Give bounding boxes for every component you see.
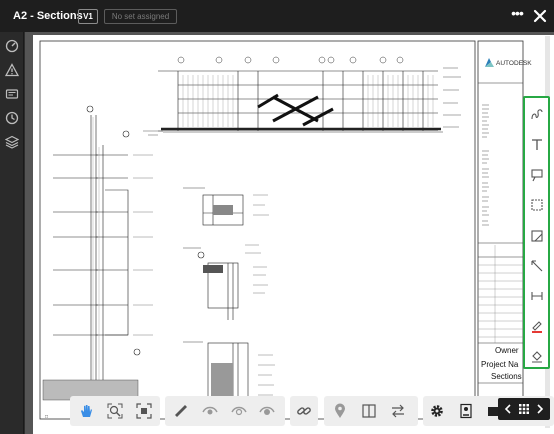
top-bar: A2 - Sections V1 No set assigned ••• (0, 0, 554, 32)
title-block-owner: Owner (495, 346, 519, 355)
zoom-window-icon[interactable] (107, 403, 123, 419)
sheet-grid-icon[interactable] (517, 402, 531, 416)
bottom-toolbar (70, 396, 554, 426)
drawing-sheet: AUTODESK Owner Project Na Sections □ (33, 35, 554, 434)
viewer-window: { "header": { "title": "A2 - Sections", … (0, 0, 554, 434)
swap-arrows-icon[interactable] (390, 403, 406, 419)
brand-logo-text: AUTODESK (496, 60, 532, 67)
version-badge[interactable]: V1 (78, 9, 98, 24)
next-sheet-icon[interactable] (533, 402, 547, 416)
sheet-title: A2 - Sections (13, 10, 83, 22)
more-options-icon[interactable]: ••• (508, 6, 526, 25)
close-icon[interactable] (532, 8, 548, 24)
arrow-line-icon[interactable] (530, 259, 544, 273)
callout-icon[interactable] (530, 168, 544, 182)
rfi-icon[interactable] (5, 87, 19, 101)
text-icon[interactable] (530, 138, 544, 152)
layers-icon[interactable] (5, 135, 19, 149)
sheet-navigator (498, 398, 550, 420)
links-group (290, 396, 318, 426)
clock-icon[interactable] (5, 111, 19, 125)
eye-outline-icon[interactable] (231, 403, 247, 419)
drawing-canvas[interactable]: AUTODESK Owner Project Na Sections □ (25, 32, 554, 434)
location-pin-icon[interactable] (332, 403, 348, 419)
previous-sheet-icon[interactable] (501, 402, 515, 416)
shape-icon[interactable] (530, 229, 544, 243)
pen-color-icon[interactable] (530, 319, 544, 333)
navigation-group (70, 396, 160, 426)
markup-toolbar (523, 96, 550, 369)
fit-view-icon[interactable] (136, 403, 152, 419)
gauge-icon[interactable] (5, 39, 19, 53)
section-drawing: AUTODESK Owner Project Na Sections □ (39, 40, 532, 420)
title-block-project: Project Na (481, 360, 519, 369)
title-block-sheet-name: Sections (491, 372, 522, 381)
compare-group (324, 396, 418, 426)
left-sidebar (0, 32, 24, 434)
cloud-icon[interactable] (530, 198, 544, 212)
dimension-icon[interactable] (530, 289, 544, 303)
link-icon[interactable] (296, 403, 312, 419)
eye-filled-icon[interactable] (259, 403, 275, 419)
svg-text:□: □ (45, 414, 48, 420)
properties-icon[interactable] (458, 403, 474, 419)
eye-icon[interactable] (202, 403, 218, 419)
measure-ruler-icon[interactable] (173, 403, 189, 419)
split-view-icon[interactable] (361, 403, 377, 419)
set-assignment-button[interactable]: No set assigned (104, 9, 177, 24)
fill-icon[interactable] (530, 349, 544, 363)
freehand-pen-icon[interactable] (530, 107, 544, 121)
pan-hand-icon[interactable] (78, 403, 94, 419)
measure-group (165, 396, 285, 426)
warning-icon[interactable] (5, 63, 19, 77)
gear-icon[interactable] (429, 403, 445, 419)
